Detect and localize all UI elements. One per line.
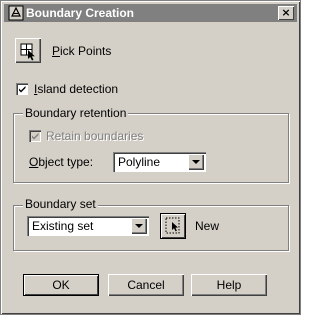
island-detection-label-text: sland detection <box>37 82 119 96</box>
checkmark-icon <box>32 133 39 140</box>
chevron-down-icon[interactable] <box>131 218 147 234</box>
object-type-label: Object type: <box>29 155 93 169</box>
help-button[interactable]: Help <box>191 274 267 296</box>
object-type-mnemonic: O <box>29 155 39 169</box>
pick-points-button[interactable] <box>15 38 41 63</box>
pick-points-label[interactable]: Pick Points <box>52 44 111 58</box>
pick-points-mnemonic: P <box>52 44 61 58</box>
close-button[interactable]: × <box>278 6 294 20</box>
autocad-app-icon <box>8 5 24 21</box>
chevron-down-icon[interactable] <box>188 154 204 170</box>
boundary-set-select[interactable]: Existing set <box>27 216 149 236</box>
pick-points-icon <box>20 43 35 61</box>
boundary-set-value: Existing set <box>32 219 94 233</box>
object-type-select[interactable]: Polyline <box>113 152 206 172</box>
window-title: Boundary Creation <box>26 6 135 20</box>
select-objects-icon <box>165 217 180 234</box>
object-type-value: Polyline <box>118 155 161 169</box>
cancel-button[interactable]: Cancel <box>108 274 184 296</box>
boundary-set-legend: Boundary set <box>23 197 98 211</box>
boundary-retention-legend: Boundary retention <box>23 106 129 120</box>
new-label: New <box>195 219 220 233</box>
checkmark-icon <box>19 86 26 93</box>
boundary-retention-group <box>13 113 289 183</box>
retain-boundaries-checkbox[interactable] <box>29 130 41 142</box>
ok-button[interactable]: OK <box>23 274 99 296</box>
select-objects-button[interactable] <box>160 213 186 239</box>
island-detection-label[interactable]: Island detection <box>34 82 118 96</box>
object-type-label-text: bject type: <box>38 155 94 169</box>
close-icon: × <box>281 6 291 19</box>
title-bar[interactable]: Boundary Creation × <box>4 4 297 22</box>
boundary-creation-dialog: Boundary Creation × Pick Points Island d… <box>0 0 301 315</box>
pick-points-label-text: ick Points <box>60 44 112 58</box>
island-detection-checkbox[interactable] <box>16 83 28 95</box>
retain-boundaries-label: Retain boundaries <box>46 129 144 143</box>
